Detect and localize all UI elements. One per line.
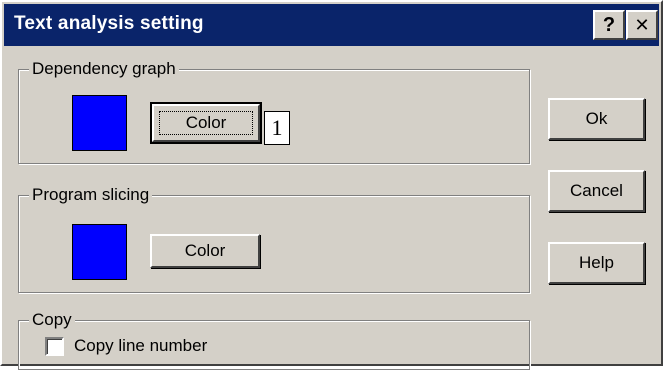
dependency-graph-group: Dependency graph Color 1 xyxy=(18,58,530,164)
help-question-button[interactable]: ? xyxy=(593,10,625,40)
copy-line-number-checkbox[interactable] xyxy=(45,337,64,356)
program-slicing-group: Program slicing Color xyxy=(18,184,530,293)
help-button-label: Help xyxy=(579,253,614,272)
copy-label: Copy xyxy=(29,309,75,331)
dependency-graph-label: Dependency graph xyxy=(29,58,179,80)
ok-button[interactable]: Ok xyxy=(548,98,645,140)
cancel-button[interactable]: Cancel xyxy=(548,170,645,212)
close-button[interactable]: ✕ xyxy=(626,10,658,40)
program-slicing-label: Program slicing xyxy=(29,184,153,206)
copy-group: Copy Copy line number xyxy=(18,309,530,370)
window-title: Text analysis setting xyxy=(14,13,204,34)
cancel-button-label: Cancel xyxy=(570,181,623,200)
help-button[interactable]: Help xyxy=(548,242,645,284)
program-slicing-color-button[interactable]: Color xyxy=(150,234,260,268)
marker-label: 1 xyxy=(264,111,290,145)
dependency-graph-color-swatch xyxy=(72,95,127,151)
title-bar[interactable]: Text analysis setting ? ✕ xyxy=(4,4,659,46)
copy-line-number-label[interactable]: Copy line number xyxy=(74,336,207,356)
dependency-graph-color-button[interactable]: Color xyxy=(150,102,262,144)
dependency-graph-color-button-label: Color xyxy=(185,113,227,132)
program-slicing-color-button-label: Color xyxy=(184,241,226,260)
program-slicing-color-swatch xyxy=(72,224,127,280)
text-analysis-dialog: Text analysis setting ? ✕ Dependency gra… xyxy=(0,0,663,370)
ok-button-label: Ok xyxy=(585,109,608,128)
question-icon: ? xyxy=(602,13,616,36)
close-icon: ✕ xyxy=(634,14,650,35)
